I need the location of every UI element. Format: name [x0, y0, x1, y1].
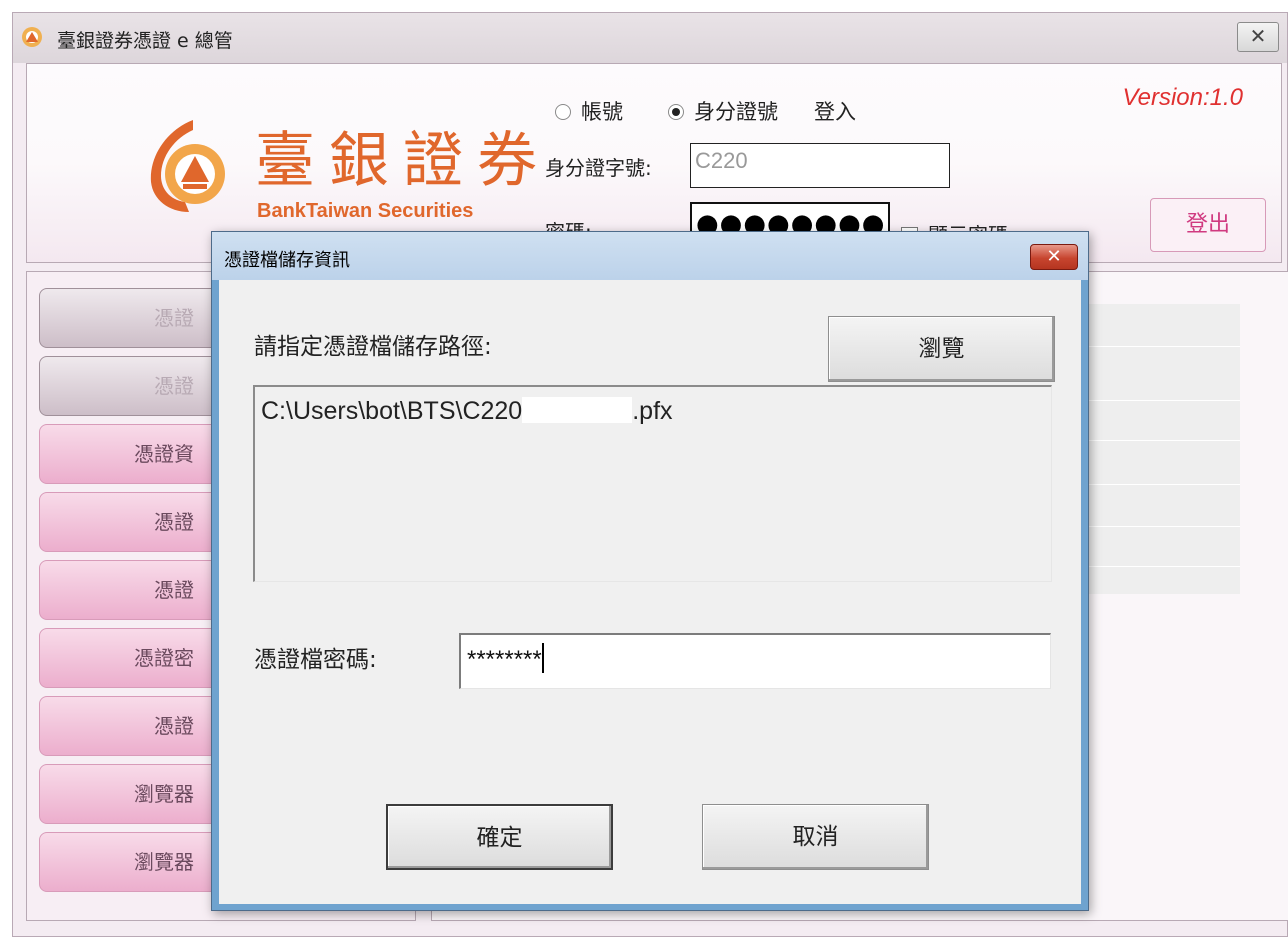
- save-path-extension: .pfx: [632, 397, 673, 425]
- title-bar: 臺銀證券憑證 e 總管 ✕: [13, 13, 1287, 63]
- radio-checked-icon: [668, 104, 684, 120]
- cert-save-dialog: 憑證檔儲存資訊 ✕ 請指定憑證檔儲存路徑: 瀏覽 C:\Users\bot\BT…: [211, 231, 1089, 911]
- radio-account[interactable]: 帳號: [555, 96, 623, 126]
- dialog-title: 憑證檔儲存資訊: [224, 250, 350, 271]
- cert-password-input[interactable]: ********: [459, 633, 1051, 689]
- id-number-label: 身分證字號:: [545, 156, 652, 180]
- radio-unchecked-icon: [555, 104, 571, 120]
- close-icon: ✕: [1046, 246, 1062, 267]
- window-close-button[interactable]: ✕: [1237, 22, 1279, 52]
- dialog-body: 請指定憑證檔儲存路徑: 瀏覽 C:\Users\bot\BTS\C220 .pfx…: [219, 280, 1081, 904]
- cancel-button[interactable]: 取消: [702, 804, 929, 870]
- cert-password-label: 憑證檔密碼:: [254, 647, 377, 673]
- redacted-block: [522, 397, 633, 423]
- dialog-title-bar: 憑證檔儲存資訊 ✕: [212, 232, 1088, 280]
- cert-password-value: ********: [467, 646, 542, 673]
- logo-english-text: BankTaiwan Securities: [257, 200, 474, 222]
- close-icon: ✕: [1249, 24, 1267, 48]
- ok-button[interactable]: 確定: [386, 804, 613, 870]
- radio-account-label: 帳號: [581, 100, 623, 124]
- login-suffix-label: 登入: [814, 100, 856, 124]
- version-label: Version:1.0: [1122, 84, 1243, 111]
- logout-button[interactable]: 登出: [1150, 198, 1266, 252]
- window-title: 臺銀證券憑證 e 總管: [57, 30, 233, 52]
- browse-button[interactable]: 瀏覽: [828, 316, 1055, 382]
- radio-id-number[interactable]: 身分證號: [668, 96, 778, 126]
- radio-id-label: 身分證號: [694, 100, 778, 124]
- save-path-value: C:\Users\bot\BTS\C220: [261, 397, 523, 425]
- logo-chinese-text: 臺銀證券: [255, 126, 551, 196]
- save-path-field[interactable]: C:\Users\bot\BTS\C220 .pfx: [253, 385, 1052, 582]
- bank-taiwan-logo-icon: [150, 120, 225, 212]
- dialog-close-button[interactable]: ✕: [1030, 244, 1078, 270]
- text-caret: [541, 643, 544, 673]
- id-number-input[interactable]: C220: [690, 143, 950, 188]
- save-path-label: 請指定憑證檔儲存路徑:: [254, 334, 492, 360]
- app-logo-icon: [22, 27, 42, 47]
